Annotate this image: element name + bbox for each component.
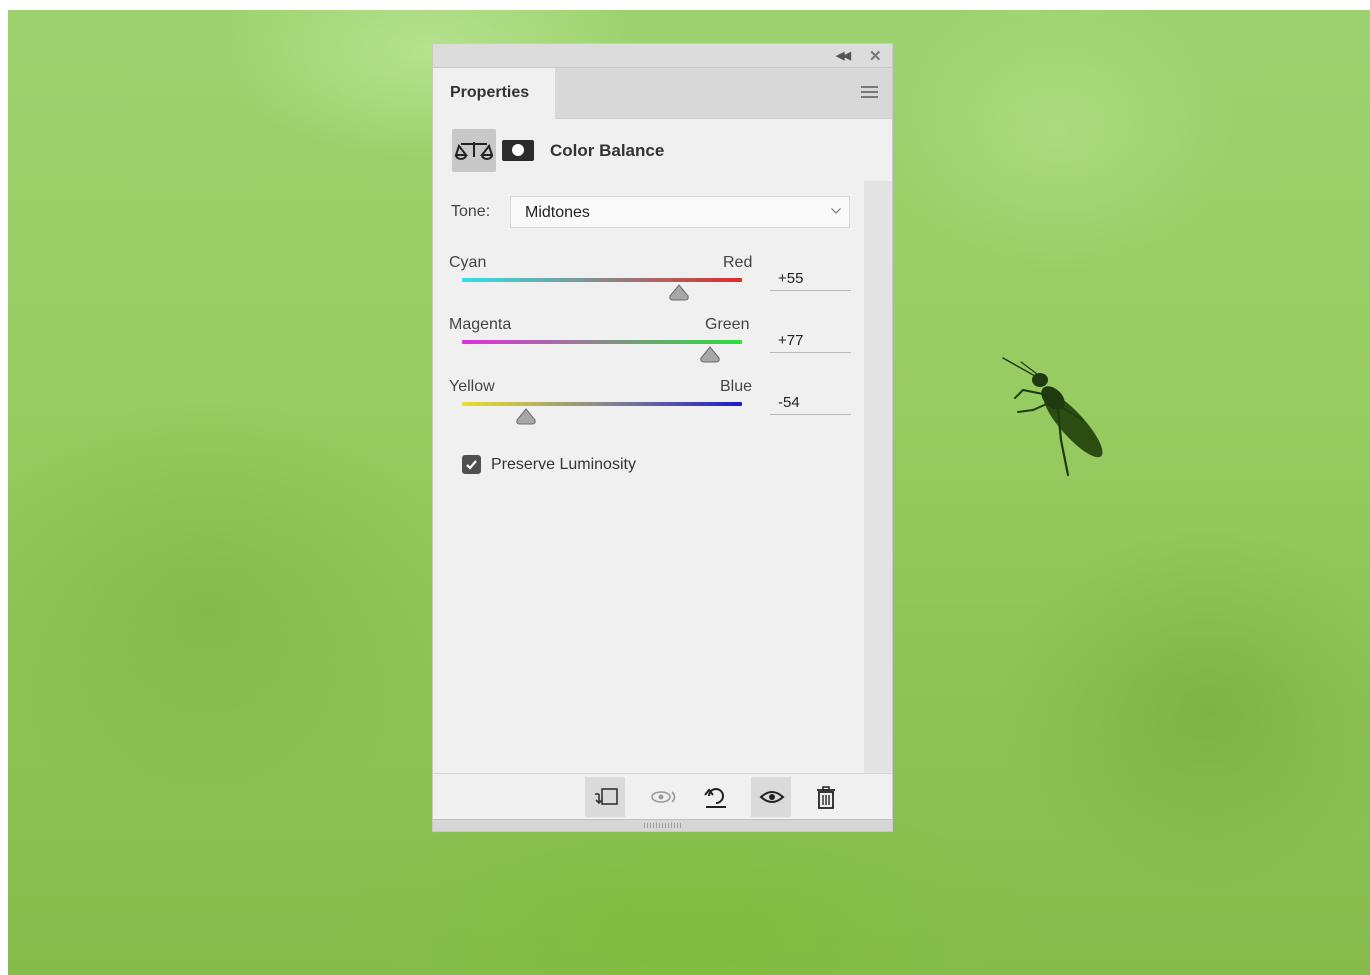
- clip-to-layer-icon: [595, 788, 618, 805]
- magenta-green-value: +77: [778, 332, 804, 349]
- delete-icon: [817, 786, 835, 809]
- magenta-green-slider-row: Magenta Green +77: [433, 316, 892, 378]
- view-previous-state-button[interactable]: [642, 777, 682, 817]
- reset-button[interactable]: [695, 777, 735, 817]
- cyan-red-slider-thumb[interactable]: [668, 284, 690, 301]
- clip-to-layer-button[interactable]: [585, 777, 625, 817]
- tab-properties-label: Properties: [450, 84, 530, 101]
- magenta-label: Magenta: [449, 316, 512, 333]
- balance-scale-icon: [454, 142, 494, 160]
- color-balance-adjustment-button[interactable]: [452, 129, 496, 172]
- cyan-red-value: +55: [778, 270, 804, 287]
- adjustment-header: Color Balance: [433, 119, 892, 181]
- close-icon[interactable]: ✕: [869, 47, 882, 65]
- yellow-blue-track[interactable]: [462, 402, 742, 406]
- magenta-green-slider-thumb[interactable]: [699, 346, 721, 363]
- tone-label: Tone:: [451, 203, 491, 220]
- yellow-label: Yellow: [449, 378, 495, 395]
- tone-selected-value: Midtones: [525, 204, 590, 221]
- tab-properties[interactable]: Properties: [433, 68, 555, 119]
- preserve-luminosity-checkbox[interactable]: [462, 455, 481, 474]
- delete-button[interactable]: [806, 777, 846, 817]
- checkmark-icon: [466, 460, 477, 470]
- layer-mask-icon[interactable]: [502, 140, 534, 161]
- reset-icon: [704, 788, 726, 808]
- yellow-blue-value: -54: [778, 394, 800, 411]
- tone-dropdown[interactable]: Midtones: [510, 196, 850, 228]
- resize-grip-icon[interactable]: [644, 823, 682, 828]
- cyan-red-value-field[interactable]: +55: [770, 266, 851, 291]
- panel-menu-icon[interactable]: [861, 86, 878, 98]
- red-label: Red: [723, 254, 753, 271]
- magenta-green-track[interactable]: [462, 340, 742, 344]
- collapse-panel-icon[interactable]: ◀◀: [836, 49, 851, 62]
- yellow-blue-value-field[interactable]: -54: [770, 390, 851, 415]
- cyan-red-track[interactable]: [462, 278, 742, 282]
- preserve-luminosity-label: Preserve Luminosity: [491, 456, 636, 473]
- magenta-green-value-field[interactable]: +77: [770, 328, 851, 353]
- panel-title-bar[interactable]: ◀◀ ✕: [433, 44, 892, 68]
- adjustment-title: Color Balance: [550, 141, 665, 160]
- view-previous-state-icon: [651, 791, 676, 803]
- cyan-label: Cyan: [449, 254, 487, 271]
- yellow-blue-slider-row: Yellow Blue -54: [433, 378, 892, 440]
- panel-tab-bar: Properties: [433, 68, 892, 119]
- yellow-blue-slider-thumb[interactable]: [515, 408, 537, 425]
- panel-resize-bar[interactable]: [433, 819, 892, 831]
- insect-image: [1002, 357, 1103, 477]
- properties-panel: ◀◀ ✕ Properties Color Balance Tone: Midt…: [432, 43, 893, 832]
- toggle-visibility-button[interactable]: [751, 777, 791, 817]
- panel-footer-toolbar: [433, 773, 892, 819]
- chevron-down-icon: [831, 208, 841, 214]
- blue-label: Blue: [720, 378, 753, 395]
- cyan-red-slider-row: Cyan Red +55: [433, 254, 892, 316]
- green-label: Green: [705, 316, 750, 333]
- visibility-eye-icon: [759, 791, 785, 803]
